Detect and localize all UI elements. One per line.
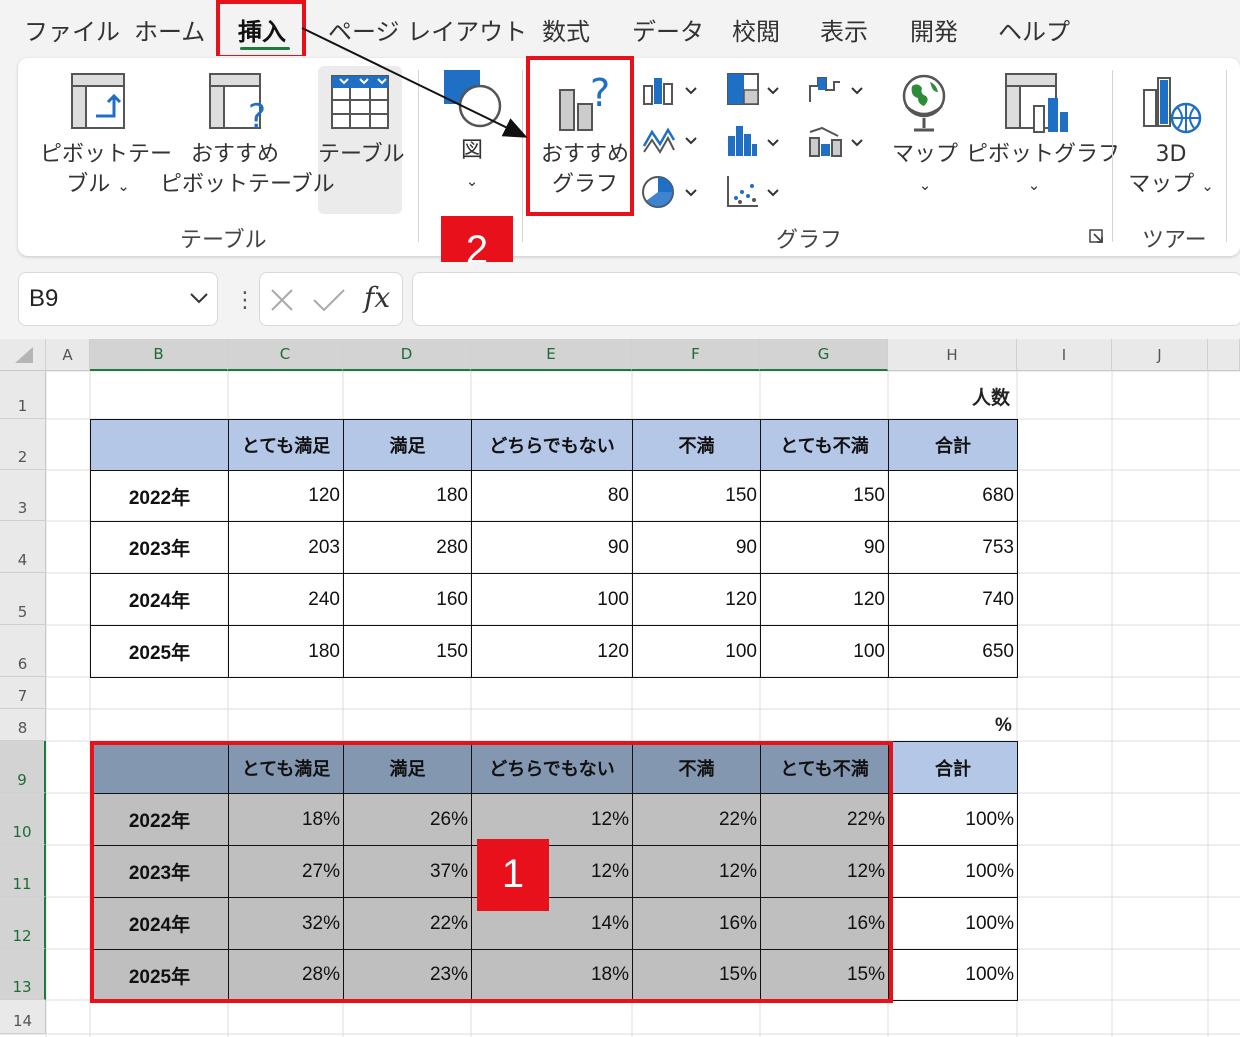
select-all-icon: [14, 346, 33, 363]
row-header-12[interactable]: 12: [0, 897, 46, 949]
column-header-extra[interactable]: [1208, 339, 1240, 371]
column-header-j[interactable]: J: [1112, 339, 1208, 371]
formula-input[interactable]: [412, 272, 1240, 326]
year-label-cell[interactable]: 2023年: [90, 521, 229, 574]
row-header-2[interactable]: 2: [0, 419, 46, 470]
data-cell[interactable]: 680: [888, 470, 1018, 522]
data-cell[interactable]: 180: [343, 470, 472, 522]
column-header-h[interactable]: H: [888, 339, 1017, 371]
enter-check-icon[interactable]: [312, 286, 346, 314]
column-label[interactable]: 不満: [632, 419, 761, 471]
data-cell[interactable]: 120: [471, 625, 633, 678]
column-header-e[interactable]: E: [471, 339, 632, 371]
data-cell[interactable]: 90: [471, 521, 633, 574]
data-cell[interactable]: 100: [471, 573, 633, 626]
data-cell[interactable]: 100: [632, 625, 761, 678]
data-cell[interactable]: 80: [471, 470, 633, 522]
chevron-down-icon[interactable]: [189, 291, 209, 305]
data-cell[interactable]: 740: [888, 573, 1018, 626]
data-cell[interactable]: 120: [632, 573, 761, 626]
data-cell[interactable]: 100: [760, 625, 889, 678]
name-box[interactable]: B9: [18, 272, 218, 326]
column-header-a[interactable]: A: [46, 339, 90, 371]
column-header-d[interactable]: D: [343, 339, 471, 371]
row-header-8[interactable]: 8: [0, 709, 46, 741]
year-label-cell[interactable]: 2022年: [90, 470, 229, 522]
year-label-cell[interactable]: 2024年: [90, 573, 229, 626]
row-header-10[interactable]: 10: [0, 793, 46, 845]
unit-label-percent: %: [995, 715, 1012, 736]
data-cell[interactable]: 100%: [888, 845, 1018, 898]
data-cell[interactable]: 100%: [888, 949, 1018, 1001]
data-cell[interactable]: 180: [228, 625, 344, 678]
formula-buttons: fx: [259, 272, 403, 326]
row-header-9[interactable]: 9: [0, 741, 46, 793]
data-cell[interactable]: 280: [343, 521, 472, 574]
annotation-arrow: [301, 27, 528, 138]
data-cell[interactable]: 650: [888, 625, 1018, 678]
data-cell[interactable]: 240: [228, 573, 344, 626]
data-cell[interactable]: 100%: [888, 897, 1018, 950]
row-header-7[interactable]: 7: [0, 677, 46, 709]
column-label[interactable]: 満足: [343, 419, 472, 471]
data-cell[interactable]: 203: [228, 521, 344, 574]
column-label[interactable]: とても不満: [760, 419, 889, 471]
data-cell[interactable]: 120: [760, 573, 889, 626]
row-header-13[interactable]: 13: [0, 949, 46, 1000]
column-label[interactable]: とても満足: [228, 419, 344, 471]
column-header-f[interactable]: F: [632, 339, 760, 371]
row-header-4[interactable]: 4: [0, 521, 46, 573]
data-cell[interactable]: 753: [888, 521, 1018, 574]
name-box-value: B9: [29, 285, 59, 312]
column-header-c[interactable]: C: [228, 339, 343, 371]
column-label[interactable]: 合計: [888, 741, 1018, 794]
data-cell[interactable]: 150: [632, 470, 761, 522]
data-cell[interactable]: 160: [343, 573, 472, 626]
row-header-6[interactable]: 6: [0, 625, 46, 677]
column-label[interactable]: どちらでもない: [471, 419, 633, 471]
table-header-corner[interactable]: [90, 419, 229, 471]
more-options-icon[interactable]: ⋮: [234, 288, 256, 313]
data-cell[interactable]: 150: [760, 470, 889, 522]
step-badge-1: 1: [477, 839, 549, 911]
row-header-5[interactable]: 5: [0, 573, 46, 625]
data-cell[interactable]: 90: [760, 521, 889, 574]
column-header-b[interactable]: B: [90, 339, 228, 371]
row-header-3[interactable]: 3: [0, 470, 46, 521]
select-all-corner[interactable]: [0, 339, 46, 371]
data-cell[interactable]: 120: [228, 470, 344, 522]
row-header-1[interactable]: 1: [0, 371, 46, 419]
data-cell[interactable]: 90: [632, 521, 761, 574]
data-cell[interactable]: 150: [343, 625, 472, 678]
column-label[interactable]: 合計: [888, 419, 1018, 471]
column-header-g[interactable]: G: [760, 339, 888, 371]
cancel-icon[interactable]: [268, 286, 296, 314]
data-cell[interactable]: 100%: [888, 793, 1018, 846]
insert-function-icon[interactable]: fx: [364, 281, 390, 314]
column-header-i[interactable]: I: [1017, 339, 1112, 371]
row-header-11[interactable]: 11: [0, 845, 46, 897]
year-label-cell[interactable]: 2025年: [90, 625, 229, 678]
unit-label-people: 人数: [972, 388, 1011, 409]
row-header-14[interactable]: 14: [0, 1000, 46, 1034]
